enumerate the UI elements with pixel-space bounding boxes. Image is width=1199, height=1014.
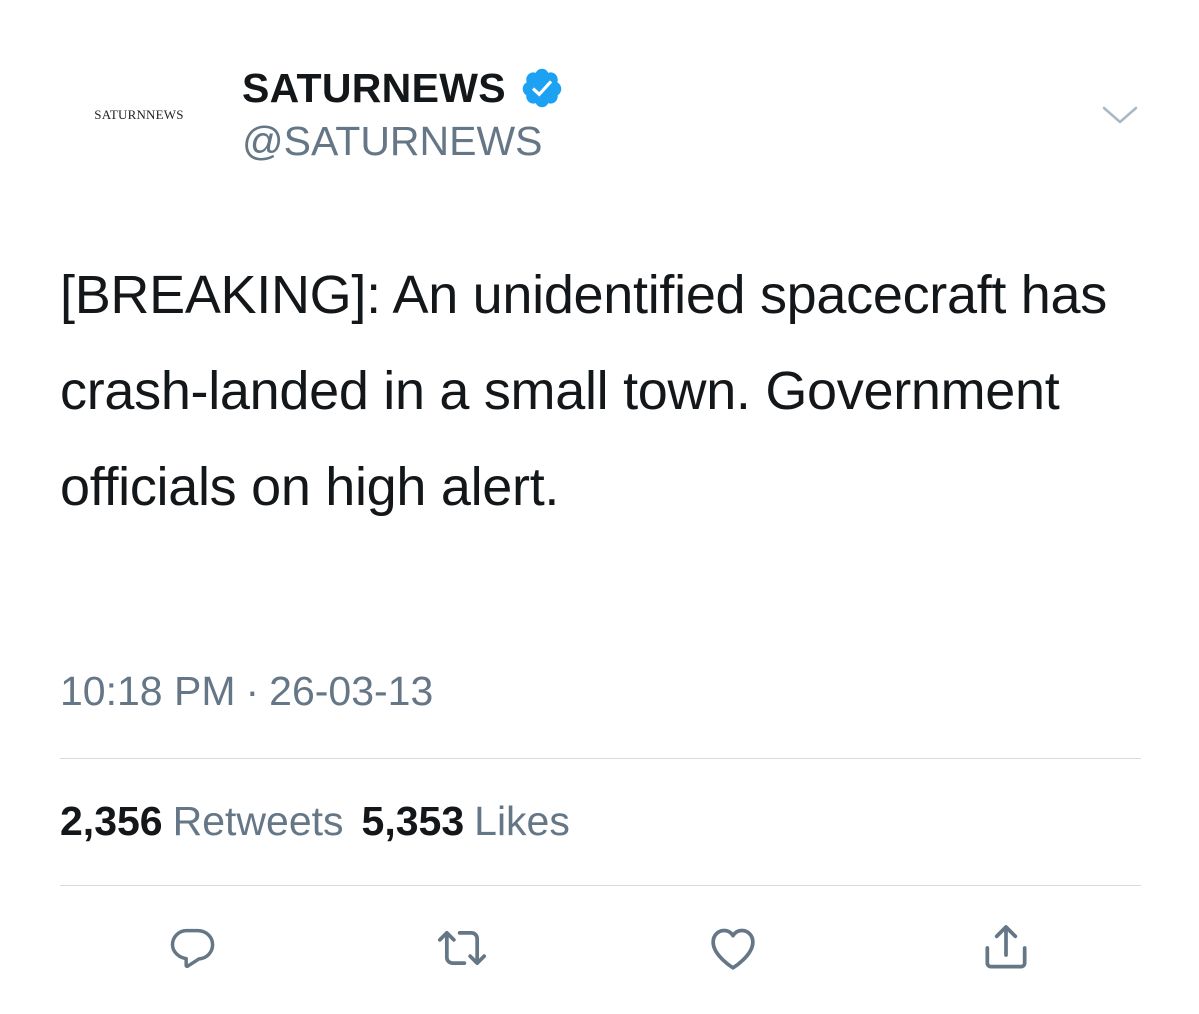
verified-badge-icon [522,68,562,108]
tweet-timestamp[interactable]: 10:18 PM · 26-03-13 [60,668,433,715]
account-handle[interactable]: @SATURNEWS [242,118,543,165]
likes-stat[interactable]: 5,353 Likes [362,798,588,844]
retweets-count: 2,356 [60,798,163,844]
retweets-label: Retweets [172,798,344,844]
tweet-date: 26-03-13 [269,668,434,714]
avatar-logo-text: SATURNNEWS [94,107,184,122]
avatar[interactable]: SATURNNEWS [60,40,218,190]
retweet-icon [437,930,487,966]
timestamp-separator: · [245,668,260,714]
like-button[interactable] [703,918,763,978]
chevron-down-icon[interactable] [1100,100,1140,130]
likes-label: Likes [474,798,570,844]
divider [60,758,1141,759]
tweet-text: [BREAKING]: An unidentified spacecraft h… [60,265,1107,517]
reply-button[interactable] [162,918,222,978]
tweet-time: 10:18 PM [60,668,236,714]
retweets-stat[interactable]: 2,356 Retweets [60,798,362,844]
likes-count: 5,353 [361,798,465,844]
share-button[interactable] [976,918,1036,978]
tweet-stats: 2,356 Retweets 5,353 Likes [60,798,588,845]
reply-icon [170,928,215,969]
divider [60,885,1141,886]
like-icon [711,928,755,970]
share-icon [985,925,1027,969]
account-name-row: SATURNEWS [242,62,564,114]
retweet-button[interactable] [432,918,492,978]
display-name[interactable]: SATURNEWS [242,65,506,112]
